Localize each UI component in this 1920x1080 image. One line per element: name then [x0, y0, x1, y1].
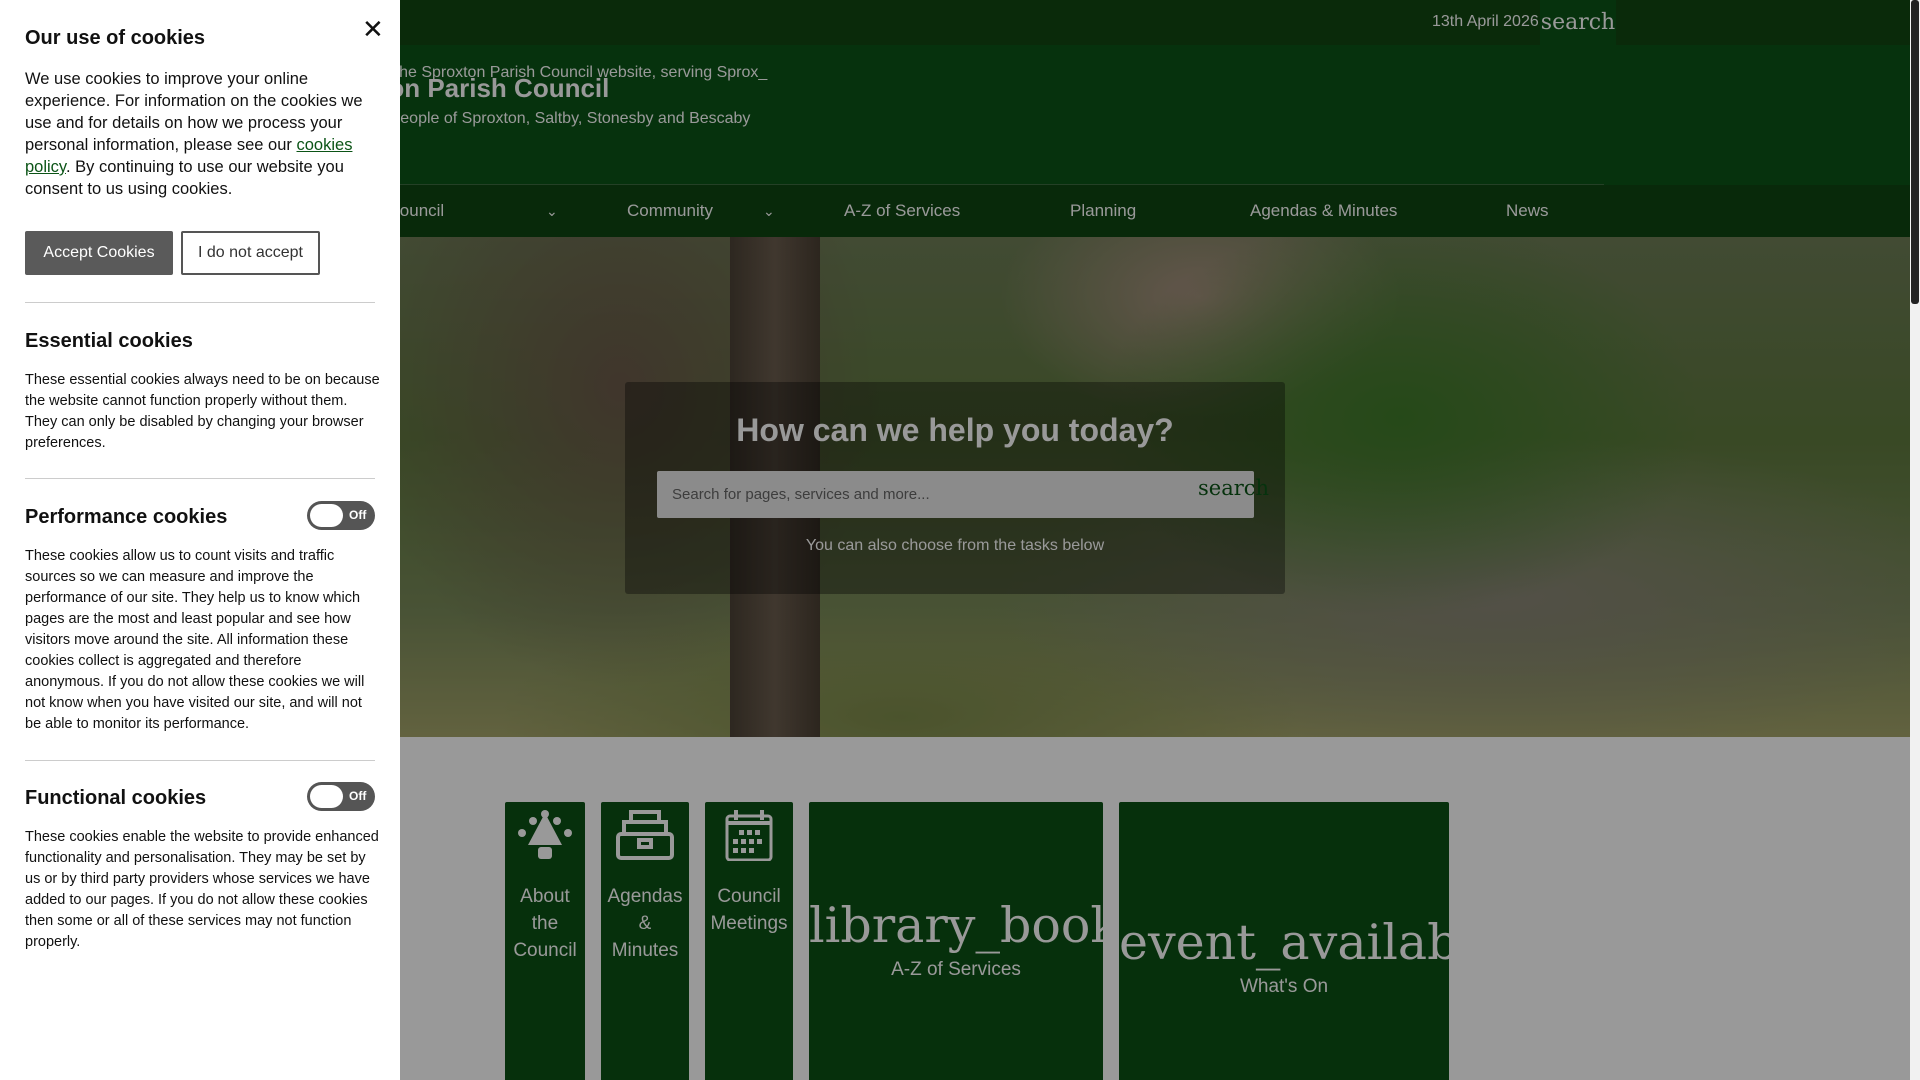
- cookie-intro-text: . By continuing to use our website you c…: [25, 158, 344, 198]
- functional-cookies-text: These cookies enable the website to prov…: [25, 829, 379, 950]
- performance-cookies-toggle[interactable]: Off: [307, 501, 375, 530]
- toggle-state: Off: [349, 508, 367, 522]
- performance-cookies-text: These cookies allow us to count visits a…: [25, 548, 365, 732]
- close-icon[interactable]: ✕: [362, 14, 384, 45]
- toggle-knob: [310, 785, 343, 808]
- essential-cookies-title: Essential cookies: [25, 330, 193, 352]
- toggle-knob: [310, 504, 343, 527]
- decline-cookies-button[interactable]: I do not accept: [181, 231, 320, 275]
- divider: [25, 760, 375, 761]
- scrollbar-thumb[interactable]: [1911, 0, 1919, 304]
- cookie-consent-panel: Our use of cookies ✕ We use cookies to i…: [0, 0, 400, 1080]
- functional-cookies-title: Functional cookies: [25, 787, 207, 809]
- divider: [25, 478, 375, 479]
- cookie-intro: We use cookies to improve your online ex…: [25, 68, 380, 200]
- functional-cookies-toggle[interactable]: Off: [307, 782, 375, 811]
- toggle-state: Off: [349, 789, 367, 803]
- divider: [25, 302, 375, 303]
- performance-cookies-title: Performance cookies: [25, 506, 228, 528]
- cookie-title: Our use of cookies: [25, 27, 206, 49]
- scrollbar[interactable]: [1910, 0, 1920, 1080]
- accept-cookies-button[interactable]: Accept Cookies: [25, 231, 173, 275]
- essential-cookies-text: These essential cookies always need to b…: [25, 372, 380, 451]
